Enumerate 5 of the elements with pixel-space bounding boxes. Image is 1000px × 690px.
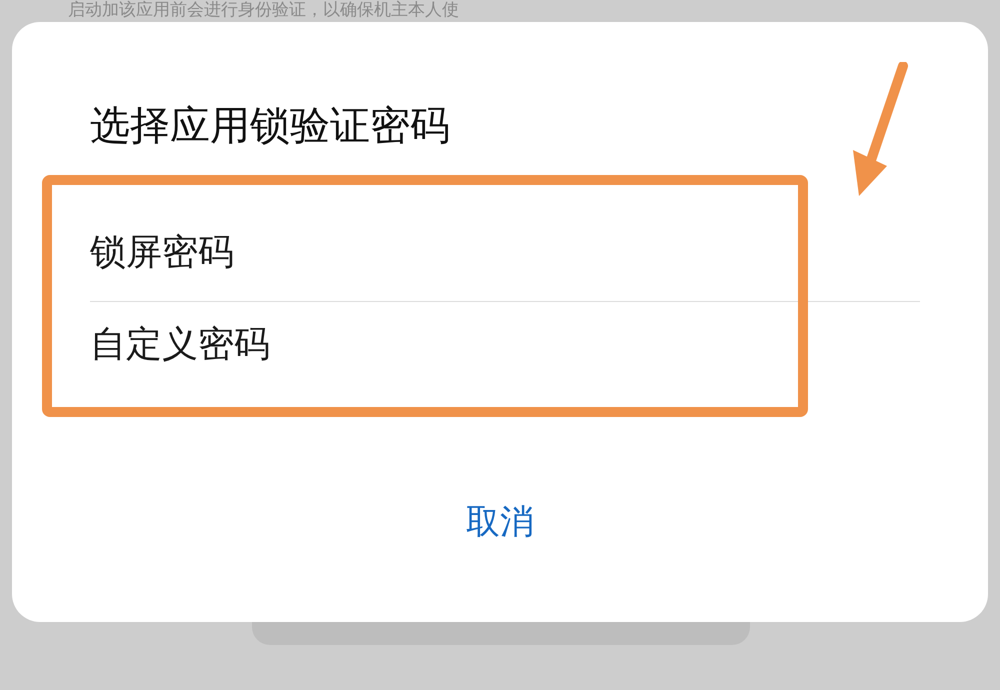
dialog-title: 选择应用锁验证密码 <box>89 102 451 151</box>
background-text: 启动加该应用前会进行身份验证，以确保机主本人使 <box>67 0 460 22</box>
option-item[interactable]: 自定义密码 <box>80 302 920 393</box>
cancel-button[interactable]: 取消 <box>454 491 546 554</box>
option-item[interactable]: 锁屏密码 <box>80 210 920 301</box>
